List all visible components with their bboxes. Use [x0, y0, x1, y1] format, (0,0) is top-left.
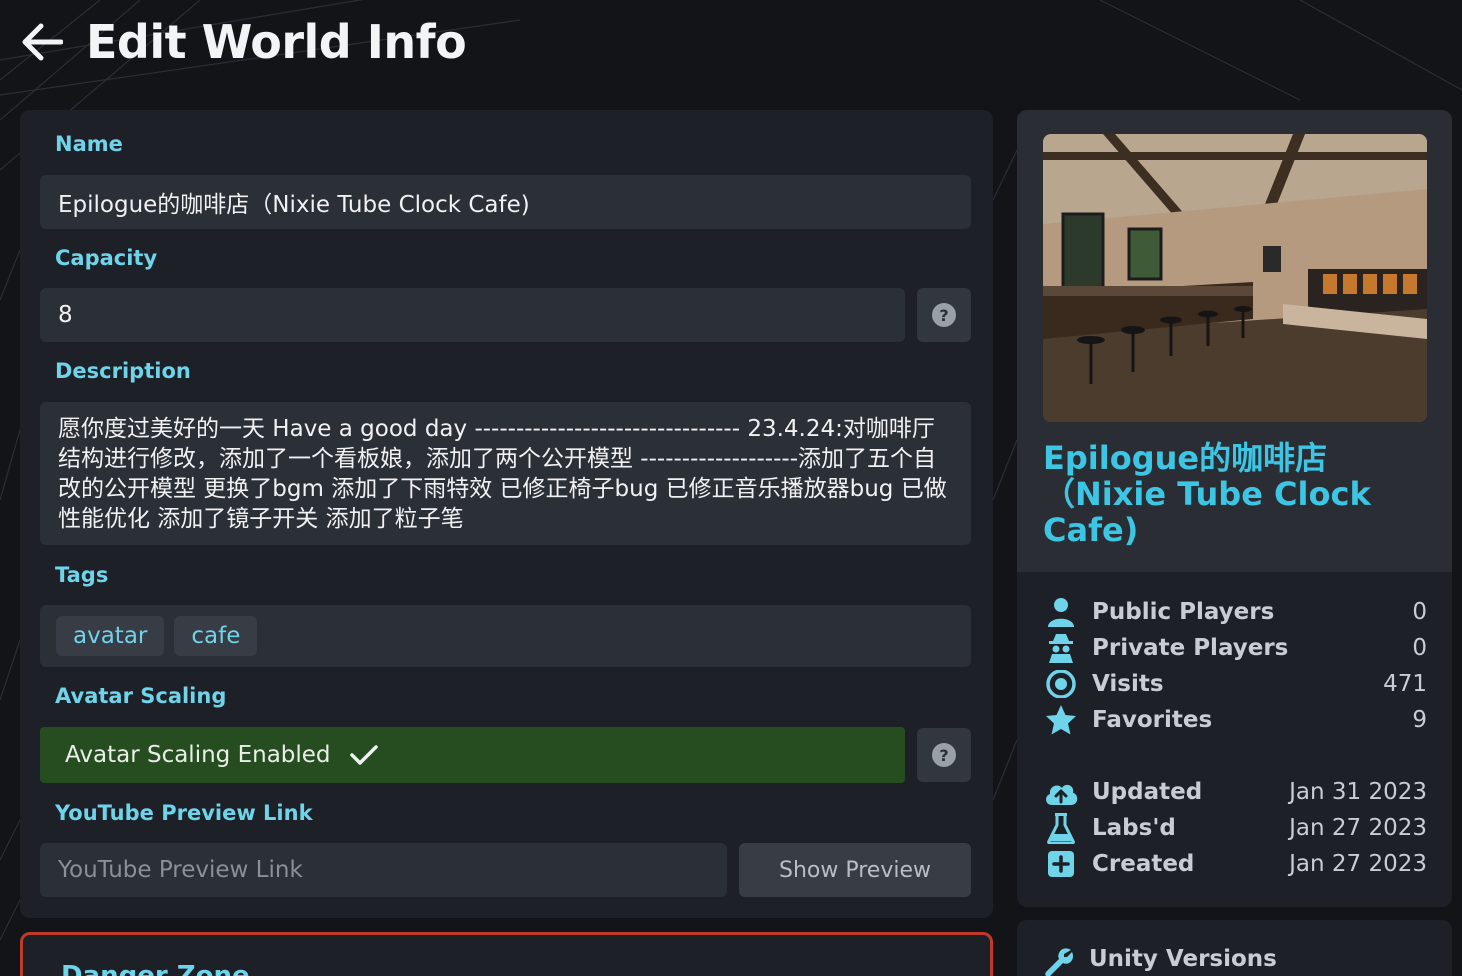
- question-icon: ?: [932, 303, 956, 327]
- description-label: Description: [55, 359, 191, 383]
- description-field[interactable]: 愿你度过美好的一天 Have a good day --------------…: [40, 402, 971, 545]
- world-summary-panel: Epilogue的咖啡店（Nixie Tube Clock Cafe) Publ…: [1017, 110, 1452, 907]
- avatar-scaling-value: Avatar Scaling Enabled: [65, 742, 331, 768]
- avatar-scaling-label: Avatar Scaling: [55, 684, 227, 708]
- stat-public-players: Public Players 0: [1043, 594, 1427, 630]
- world-summary-header: Epilogue的咖啡店（Nixie Tube Clock Cafe): [1017, 110, 1452, 572]
- stat-favorites: Favorites 9: [1043, 702, 1427, 738]
- tag-chip[interactable]: avatar: [56, 616, 165, 656]
- tags-field[interactable]: avatar cafe: [40, 605, 971, 667]
- unity-versions-panel: Unity Versions: [1017, 920, 1452, 976]
- cloud-upload-icon: [1043, 774, 1079, 810]
- wrench-icon: [1045, 948, 1073, 976]
- date-created: Created Jan 27 2023: [1043, 846, 1427, 882]
- question-icon: ?: [932, 743, 956, 767]
- world-info-form: Name Epilogue的咖啡店（Nixie Tube Clock Cafe)…: [20, 110, 993, 918]
- eye-icon: [1043, 666, 1079, 702]
- stat-private-players: Private Players 0: [1043, 630, 1427, 666]
- youtube-label: YouTube Preview Link: [55, 801, 313, 825]
- unity-versions-title: Unity Versions: [1089, 946, 1277, 972]
- page-header: Edit World Info: [18, 14, 467, 70]
- capacity-help-button[interactable]: ?: [917, 288, 971, 342]
- capacity-label: Capacity: [55, 246, 158, 270]
- date-labsd: Labs'd Jan 27 2023: [1043, 810, 1427, 846]
- tag-chip[interactable]: cafe: [174, 616, 258, 656]
- date-updated: Updated Jan 31 2023: [1043, 774, 1427, 810]
- spy-icon: [1043, 630, 1079, 666]
- danger-zone-panel: Danger Zone: [20, 932, 993, 976]
- show-preview-button[interactable]: Show Preview: [739, 843, 971, 897]
- name-field[interactable]: Epilogue的咖啡店（Nixie Tube Clock Cafe): [40, 175, 971, 229]
- arrow-left-icon: [22, 23, 63, 61]
- capacity-field[interactable]: 8: [40, 288, 905, 342]
- world-thumbnail: [1043, 134, 1427, 422]
- name-label: Name: [55, 132, 123, 156]
- stat-visits: Visits 471: [1043, 666, 1427, 702]
- avatar-scaling-help-button[interactable]: ?: [917, 728, 971, 782]
- flask-icon: [1043, 810, 1079, 846]
- checkmark-icon: [349, 745, 378, 765]
- star-icon: [1043, 702, 1079, 738]
- tags-label: Tags: [55, 563, 109, 587]
- danger-zone-title: Danger Zone: [61, 961, 250, 976]
- youtube-link-input[interactable]: [40, 843, 727, 897]
- page-title: Edit World Info: [86, 15, 467, 69]
- person-icon: [1043, 594, 1079, 630]
- world-name-title[interactable]: Epilogue的咖啡店（Nixie Tube Clock Cafe): [1043, 440, 1433, 548]
- plus-square-icon: [1043, 846, 1079, 882]
- avatar-scaling-toggle[interactable]: Avatar Scaling Enabled: [40, 727, 905, 783]
- back-button[interactable]: [18, 19, 64, 65]
